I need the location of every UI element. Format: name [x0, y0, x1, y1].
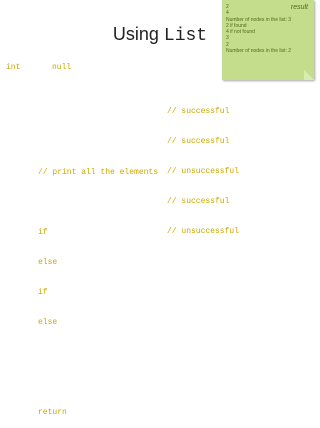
- print-comment: // print all the elements: [38, 168, 159, 177]
- result-sticky-note: result 2 4 Number of nodes in the list: …: [222, 0, 314, 80]
- stray-code-null: null: [52, 63, 72, 72]
- note-title: result: [290, 4, 308, 11]
- note-line: Number of nodes in the list: 2: [226, 48, 292, 55]
- comment-column: // successful // successful // unsuccess…: [167, 87, 239, 247]
- code-comment: // unsuccessful: [167, 167, 240, 176]
- code-comment: // successful: [167, 137, 230, 146]
- code-keyword: else: [38, 258, 58, 267]
- code-keyword: if: [38, 288, 48, 297]
- code-comment: // unsuccessful: [167, 227, 240, 236]
- code-return: return: [38, 408, 67, 417]
- code-keyword: if: [38, 228, 48, 237]
- code-comment: // successful: [167, 197, 230, 206]
- stray-code-int: int: [6, 63, 21, 72]
- code-keyword: else: [38, 318, 58, 327]
- note-curl: [304, 70, 314, 80]
- left-code-column: // print all the elements if else if els…: [38, 148, 158, 428]
- slide-title-code: List: [163, 26, 208, 46]
- code-comment: // successful: [167, 107, 230, 116]
- slide-title-text: Using: [112, 24, 164, 44]
